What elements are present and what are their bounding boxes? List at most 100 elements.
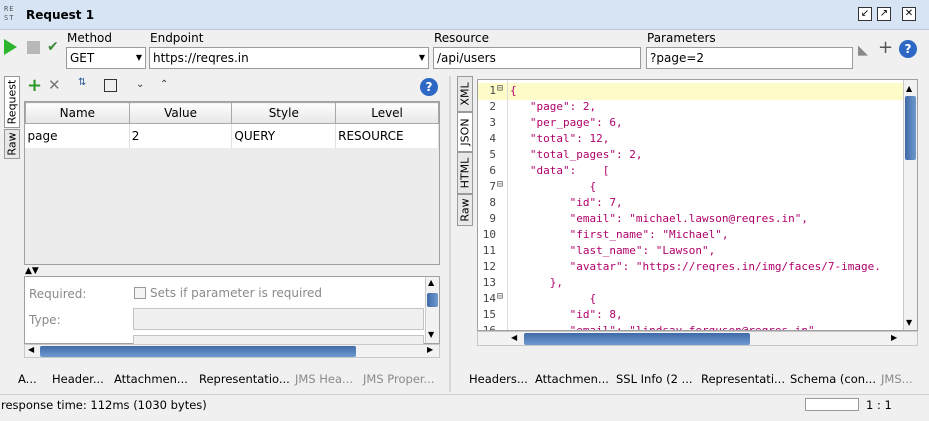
details-scroll-thumb[interactable] [427,293,438,307]
line-number: 2 [489,100,496,113]
add-param-icon[interactable]: + [27,75,42,96]
line-number: 12 [482,260,496,273]
scroll-right-icon[interactable]: ▶ [427,345,433,354]
code-line: 9 "email": "michael.lawson@reqres.in", [478,212,907,228]
resource-label: Resource [434,31,490,45]
split-divider[interactable] [449,76,451,392]
parameters-input[interactable]: ?page=2 [646,47,853,69]
col-style[interactable]: Style [231,102,337,124]
tab-attachments-request[interactable]: Attachmen... [114,372,188,386]
tab-auth[interactable]: A... [18,372,37,386]
details-hscroll-thumb[interactable] [40,346,356,357]
code-line: 5 "total_pages": 2, [478,148,907,164]
tab-jms-properties[interactable]: JMS Proper... [363,372,435,386]
run-icon[interactable] [4,39,17,55]
response-scrollbar-v[interactable]: ▲ ▼ [903,80,917,330]
cursor-position: 1 : 1 [866,398,892,412]
move-up-icon[interactable]: ⌃ [160,79,168,90]
add-icon[interactable]: + [878,37,893,58]
maximize-icon[interactable]: ↗ [877,7,891,21]
required-checkbox-label: Sets if parameter is required [150,286,322,300]
code-line: 12 "avatar": "https://reqres.in/img/face… [478,260,907,276]
move-down-icon[interactable]: ⌄ [136,79,144,90]
scroll-up-icon[interactable]: ▲ [428,278,434,287]
tab-raw-request[interactable]: Raw [4,129,20,159]
param-style[interactable]: QUERY [231,123,337,148]
line-number: 11 [482,244,496,257]
scroll-down-icon[interactable]: ▼ [428,330,434,339]
tab-ssl-info[interactable]: SSL Info (2 ... [616,372,693,386]
tab-request[interactable]: Request [4,76,20,128]
remove-param-icon[interactable]: ✕ [48,76,61,94]
response-scroll-thumb[interactable] [905,96,916,160]
method-select[interactable]: GET [66,47,146,69]
param-name[interactable]: page [25,123,130,148]
code-text: "last_name": "Lawson", [510,244,716,257]
code-line: 14 ⊟ { [478,291,907,308]
tab-raw-response[interactable]: Raw [457,194,473,226]
endpoint-input[interactable]: https://reqres.in [149,47,429,69]
resp-scroll-down-icon[interactable]: ▼ [906,318,912,327]
resource-input[interactable]: /api/users [433,47,641,69]
param-level[interactable]: RESOURCE [335,123,439,148]
code-text: { [510,84,517,97]
response-editor[interactable]: 1 ⊟{2 "page": 2, 3 "per_page": 6, 4 "total"… [477,79,918,331]
fold-icon[interactable]: ⊟ [497,83,503,94]
resp-scroll-up-icon[interactable]: ▲ [906,84,912,93]
minimize-icon[interactable]: ↙ [858,7,872,21]
splitter-icon[interactable]: ▲▼ [25,266,39,276]
edit-params-icon[interactable] [104,79,117,92]
code-line: 2 "page": 2, [478,100,907,116]
fold-icon[interactable]: ⊟ [497,179,503,190]
tab-jms-headers[interactable]: JMS Hea... [295,372,353,386]
code-line: 6 "data": [ [478,164,907,180]
tab-html[interactable]: HTML [457,152,473,194]
endpoint-label: Endpoint [150,31,204,45]
params-help-icon[interactable]: ? [420,78,438,96]
stop-icon[interactable] [27,41,40,54]
help-icon[interactable]: ? [899,40,917,58]
code-line: 1 ⊟ { [478,83,907,100]
status-bar: response time: 112ms (1030 bytes) 1 : 1 [0,394,929,414]
tab-representations-request[interactable]: Representatio... [199,372,290,386]
scroll-left-icon[interactable]: ◀ [28,345,34,354]
code-line: 10 "first_name": "Michael", [478,228,907,244]
col-value[interactable]: Value [128,102,233,124]
tab-headers-request[interactable]: Header... [52,372,104,386]
table-row[interactable]: page 2 QUERY RESOURCE [25,123,439,148]
sort-params-icon[interactable]: ⇅ [78,77,86,88]
tab-json[interactable]: JSON [457,112,473,152]
validate-icon[interactable]: ✔ [47,38,59,56]
param-value[interactable]: 2 [129,123,233,148]
tab-headers-response[interactable]: Headers... [469,372,528,386]
details-scrollbar-v[interactable]: ▲ ▼ [425,277,439,343]
type-label: Type: [29,313,61,327]
line-number: 9 [489,212,496,225]
resp-scroll-left-icon[interactable]: ◀ [511,333,517,342]
tab-jms-response[interactable]: JMS... [881,372,913,386]
line-number: 5 [489,148,496,161]
code-text: "page": 2, [510,100,597,113]
details-scrollbar-h[interactable]: ◀ ▶ [24,344,440,358]
line-number: 6 [489,164,496,177]
required-checkbox[interactable] [134,287,146,299]
code-text: "id": 8, [510,308,623,321]
code-text: "per_page": 6, [510,116,623,129]
sort-icon[interactable]: ◣ [858,43,868,58]
tab-xml[interactable]: XML [457,76,473,112]
resp-scroll-right-icon[interactable]: ▶ [891,333,897,342]
tab-representations-response[interactable]: Representati... [701,372,785,386]
right-bottom-tabs: Headers... Attachmen... SSL Info (2 ... … [458,372,928,390]
rest-icon: RE ST [4,5,15,22]
response-hscroll-thumb[interactable] [524,333,750,345]
close-icon[interactable]: ✕ [902,7,916,21]
response-scrollbar-h[interactable]: ◀ ▶ [477,331,918,346]
code-line: 11 "last_name": "Lawson", [478,244,907,260]
editor-gutter-divider [507,80,508,330]
col-level[interactable]: Level [335,102,439,124]
type-field[interactable] [133,308,424,330]
col-name[interactable]: Name [25,102,130,124]
tab-schema[interactable]: Schema (con... [790,372,876,386]
fold-icon[interactable]: ⊟ [497,291,503,302]
tab-attachments-response[interactable]: Attachmen... [535,372,609,386]
